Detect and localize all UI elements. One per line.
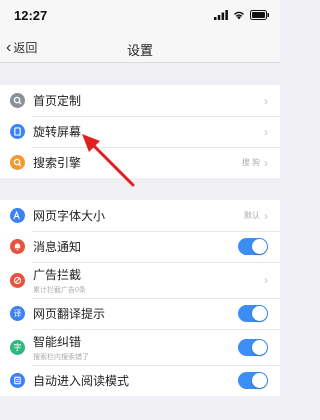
setting-label: 智能纠错 xyxy=(33,334,82,349)
setting-label: 网页字体大小 xyxy=(33,209,106,223)
notification-icon xyxy=(10,239,25,254)
font-size-icon xyxy=(10,208,25,223)
setting-rotate-screen[interactable]: 旋转屏幕 › xyxy=(0,116,280,147)
setting-homepage-custom[interactable]: 首页定制 › xyxy=(0,85,280,116)
setting-sublabel: 累计拦截广告0条 xyxy=(33,286,86,294)
search-engine-icon xyxy=(10,155,25,170)
setting-value: 默认 xyxy=(244,211,260,220)
status-icons xyxy=(214,10,270,20)
status-time: 12:27 xyxy=(14,8,48,23)
setting-notifications[interactable]: 消息通知 xyxy=(0,231,280,262)
setting-label: 网页翻译提示 xyxy=(33,307,106,321)
page-title: 设置 xyxy=(126,43,153,58)
setting-translate-prompt[interactable]: 译 网页翻译提示 xyxy=(0,298,280,329)
setting-search-engine[interactable]: 搜索引擎 搜 狗 › xyxy=(0,147,280,178)
wifi-icon xyxy=(233,11,245,20)
setting-ad-block[interactable]: 广告拦截 累计拦截广告0条 › xyxy=(0,262,280,298)
setting-label: 消息通知 xyxy=(33,240,82,254)
setting-label: 自动进入阅读模式 xyxy=(33,374,130,388)
translate-toggle[interactable] xyxy=(238,305,268,322)
setting-label: 广告拦截 xyxy=(33,267,82,282)
setting-sublabel: 搜索栏内搜索错了 xyxy=(33,353,89,361)
toggle-knob xyxy=(252,239,267,254)
status-bar: 12:27 xyxy=(0,0,280,33)
setting-font-size[interactable]: 网页字体大小 默认 › xyxy=(0,200,280,231)
setting-label: 搜索引擎 xyxy=(33,156,82,170)
chevron-right-icon: › xyxy=(264,273,268,287)
reading-mode-toggle[interactable] xyxy=(238,372,268,389)
homepage-custom-icon xyxy=(10,93,25,108)
chevron-right-icon: › xyxy=(264,124,268,139)
chevron-right-icon: › xyxy=(264,93,268,108)
nav-bar: ‹ 返回 设置 xyxy=(0,33,280,63)
chevron-right-icon: › xyxy=(264,208,268,223)
chevron-right-icon: › xyxy=(264,155,268,170)
toggle-knob xyxy=(252,339,267,355)
setting-smart-correct[interactable]: 字 智能纠错 搜索栏内搜索错了 xyxy=(0,329,280,365)
setting-value: 搜 狗 xyxy=(241,158,260,167)
section-spacer xyxy=(0,178,280,200)
toggle-knob xyxy=(252,373,267,388)
smart-correct-toggle[interactable] xyxy=(238,338,268,356)
section-spacer xyxy=(0,63,280,85)
smart-correct-icon: 字 xyxy=(10,339,25,355)
translate-icon: 译 xyxy=(10,306,25,321)
signal-icon xyxy=(214,10,228,20)
setting-reading-mode[interactable]: 自动进入阅读模式 xyxy=(0,365,280,396)
notification-toggle[interactable] xyxy=(238,238,268,255)
setting-label: 旋转屏幕 xyxy=(33,125,82,139)
rotate-screen-icon xyxy=(10,124,25,139)
reading-mode-icon xyxy=(10,373,25,388)
toggle-knob xyxy=(252,306,267,321)
setting-label: 首页定制 xyxy=(33,94,82,108)
settings-group-1: 首页定制 › 旋转屏幕 › 搜索引擎 搜 狗 › xyxy=(0,85,280,178)
ad-block-icon xyxy=(10,272,25,288)
battery-icon xyxy=(250,10,269,20)
settings-group-2: 网页字体大小 默认 › 消息通知 广告拦截 累计拦截广告0条 › 译 网页翻译提… xyxy=(0,200,280,396)
